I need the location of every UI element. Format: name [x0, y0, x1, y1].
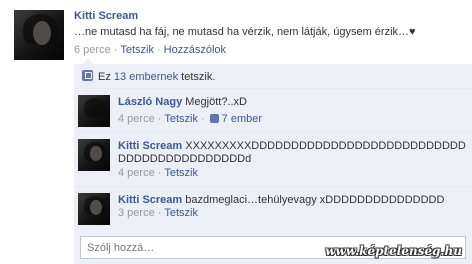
avatar-photo-face [33, 21, 51, 45]
watermark: www.képtelenség.hu [325, 244, 462, 258]
comment-author[interactable]: Kitti Scream [118, 140, 182, 152]
comment-body: László Nagy Megjött?..xD [118, 96, 468, 109]
meta-separator: · [157, 44, 161, 56]
comment-meta: 4 perce · Tetszik [118, 167, 198, 179]
avatar-photo-face [90, 146, 102, 162]
post-timestamp: 6 perce [74, 44, 111, 56]
post-comment-link[interactable]: Hozzászólok [164, 44, 226, 56]
avatar-photo-face [90, 200, 102, 216]
comment-timestamp: 4 perce [118, 113, 155, 125]
comment-author-avatar[interactable] [78, 193, 110, 225]
comment-author[interactable]: László Nagy [118, 96, 182, 108]
post-meta: 6 perce · Tetszik · Hozzászólok [74, 44, 226, 56]
likes-suffix: tetszik. [178, 71, 216, 83]
comment-like-link[interactable]: Tetszik [164, 113, 198, 125]
likes-count-link[interactable]: 13 embernek [114, 71, 178, 83]
comment-like-link[interactable]: Tetszik [164, 207, 198, 219]
comment: László Nagy Megjött?..xD 4 perce · Tetszik… [74, 88, 472, 132]
comment-timestamp: 3 perce [118, 207, 155, 219]
meta-separator: · [157, 167, 162, 179]
comment-timestamp: 4 perce [118, 167, 155, 179]
comment: Kitti Scream XXXXXXXXXDDDDDDDDDDDDDDDDDD… [74, 132, 472, 186]
comment-body: Kitti Scream XXXXXXXXXDDDDDDDDDDDDDDDDDD… [118, 140, 468, 166]
comment-body: Kitti Scream bazdmeglaci…tehülyevagy xDD… [118, 194, 468, 207]
post-author-avatar[interactable] [14, 10, 64, 60]
comment-author[interactable]: Kitti Scream [118, 194, 182, 206]
meta-separator: · [113, 44, 118, 56]
comment-meta: 4 perce · Tetszik · 7 ember [118, 113, 262, 125]
comment-text: bazdmeglaci…tehülyevagy xDDDDDDDDDDDDDDD [185, 194, 445, 206]
comment-text: Megjött?..xD [185, 96, 247, 108]
post-author-name[interactable]: Kitti Scream [74, 10, 138, 22]
comment-like-link[interactable]: Tetszik [164, 167, 198, 179]
avatar-photo-hair [83, 97, 107, 117]
post-like-link[interactable]: Tetszik [120, 44, 154, 56]
post-text: …ne mutasd ha fáj, ne mutasd ha vérzik, … [74, 26, 416, 38]
thumbs-up-icon [209, 114, 219, 123]
likes-prefix: Ez [98, 71, 114, 83]
meta-separator: · [201, 113, 205, 125]
likes-summary: Ez 13 embernek tetszik. [74, 64, 472, 88]
comment-author-avatar[interactable] [78, 139, 110, 171]
comment-author-avatar[interactable] [78, 95, 110, 127]
comment-likes-count-link[interactable]: 7 ember [222, 113, 262, 125]
comment: Kitti Scream bazdmeglaci…tehülyevagy xDD… [74, 186, 472, 230]
feedback-box: Ez 13 embernek tetszik. László Nagy Megj… [74, 64, 472, 264]
comment-meta: 3 perce · Tetszik [118, 207, 198, 219]
thumbs-up-icon [82, 70, 93, 81]
meta-separator: · [157, 113, 162, 125]
meta-separator: · [157, 207, 162, 219]
